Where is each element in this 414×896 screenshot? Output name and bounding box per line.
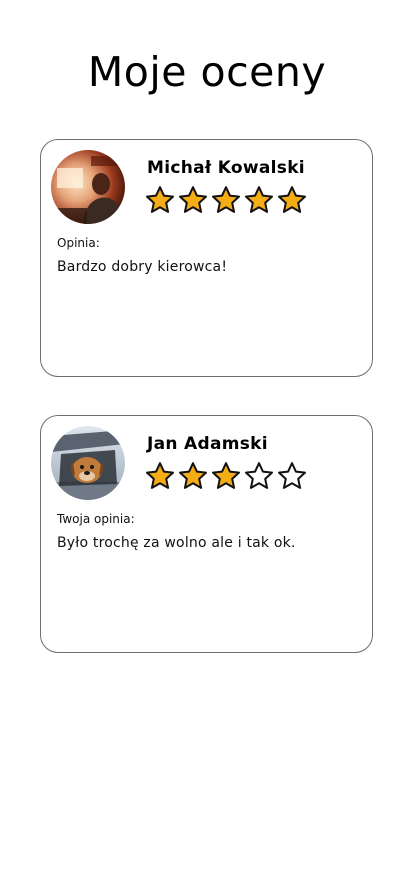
driver-name: Michał Kowalski [147, 158, 305, 178]
opinion-label: Twoja opinia: [57, 512, 135, 526]
review-card: Michał Kowalski Opinia: Bardzo dobry kie… [40, 139, 373, 377]
star-rating [145, 185, 307, 215]
star-empty-icon [278, 462, 306, 489]
page-title: Moje oceny [87, 48, 327, 96]
star-empty-icon [245, 462, 273, 489]
star-filled-icon [245, 186, 273, 213]
driver-name: Jan Adamski [147, 434, 268, 454]
opinion-label: Opinia: [57, 236, 100, 250]
driver-photo-icon [51, 150, 125, 224]
avatar [51, 426, 125, 500]
avatar [51, 150, 125, 224]
dog-in-car-photo-icon [51, 426, 125, 500]
star-filled-icon [212, 186, 240, 213]
star-filled-icon [179, 462, 207, 489]
opinion-text: Bardzo dobry kierowca! [57, 259, 228, 275]
star-rating [145, 461, 307, 491]
review-card: Jan Adamski Twoja opinia: Było trochę za… [40, 415, 373, 653]
star-filled-icon [212, 462, 240, 489]
opinion-text: Było trochę za wolno ale i tak ok. [57, 535, 296, 551]
star-filled-icon [179, 186, 207, 213]
star-filled-icon [146, 462, 174, 489]
star-filled-icon [146, 186, 174, 213]
star-filled-icon [278, 186, 306, 213]
